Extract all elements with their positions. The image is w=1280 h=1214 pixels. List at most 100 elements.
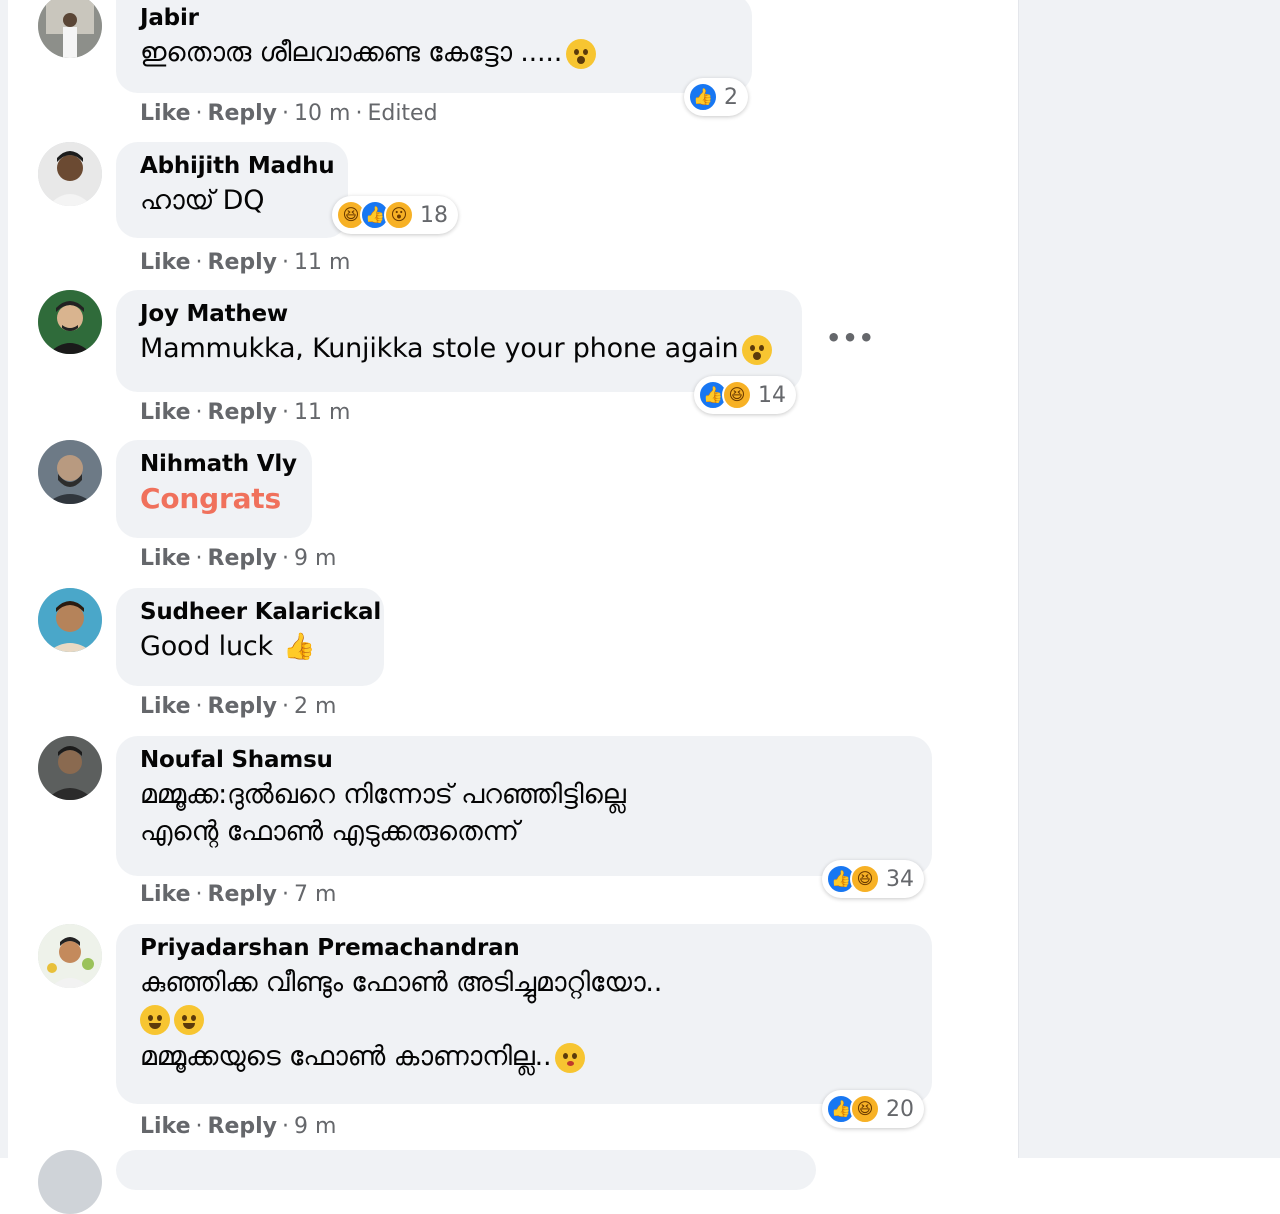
comment-author[interactable]: Sudheer Kalarickal — [140, 596, 381, 628]
reaction-count: 34 — [886, 866, 914, 892]
avatar[interactable] — [38, 588, 102, 652]
right-panel — [1018, 0, 1280, 1158]
comment-text-line: ഇതൊരു ശീലവാക്കണ്ട കേട്ടോ ..... — [140, 37, 563, 68]
comment-meta: Like · Reply · 9 m — [140, 544, 336, 574]
comment-bubble: Noufal Shamsu മമ്മൂക്ക:ദുൽഖറെ നിന്നോട് പ… — [116, 736, 932, 876]
separator: · — [195, 694, 203, 719]
comment-text-line: Mammukka, Kunjikka stole your phone agai… — [140, 333, 739, 364]
avatar-partial[interactable] — [38, 1150, 102, 1214]
like-button[interactable]: Like — [140, 882, 191, 907]
like-button[interactable]: Like — [140, 250, 191, 275]
separator: · — [282, 1114, 290, 1139]
comment-author[interactable]: Nihmath Vly — [140, 448, 297, 480]
comment-text-line: എന്റെ ഫോൺ എടുക്കരുതെന്ന് — [140, 816, 519, 847]
comment-text-line: Good luck — [140, 631, 273, 662]
comment-time[interactable]: 11 m — [294, 250, 350, 275]
separator: · — [282, 546, 290, 571]
comment-author[interactable]: Joy Mathew — [140, 298, 778, 330]
avatar[interactable] — [38, 736, 102, 800]
reaction-count: 2 — [724, 84, 738, 110]
reaction-count: 20 — [886, 1096, 914, 1122]
avatar[interactable] — [38, 290, 102, 354]
like-button[interactable]: Like — [140, 546, 191, 571]
reaction-summary[interactable]: 👍 😆 20 — [822, 1090, 924, 1128]
comment-time[interactable]: 10 m — [294, 101, 350, 126]
wow-icon: 😮 — [384, 200, 414, 230]
reply-button[interactable]: Reply — [208, 546, 278, 571]
comment-text: മമ്മൂക്കയുടെ ഫോൺ കാണാനില്ല.. — [140, 1038, 908, 1075]
comment-time[interactable]: 2 m — [294, 694, 336, 719]
avatar[interactable] — [38, 440, 102, 504]
reaction-summary[interactable]: 😆 👍 😮 18 — [332, 196, 458, 234]
rofl-emoji-icon — [174, 1004, 204, 1035]
kiss-emoji-icon — [555, 1042, 586, 1073]
haha-icon: 😆 — [850, 1094, 880, 1124]
avatar[interactable] — [38, 924, 102, 988]
reaction-summary[interactable]: 👍 😆 14 — [694, 376, 796, 414]
separator: · — [195, 546, 203, 571]
avatar[interactable] — [38, 142, 102, 206]
haha-icon: 😆 — [850, 864, 880, 894]
separator: · — [282, 101, 290, 126]
reply-button[interactable]: Reply — [208, 882, 278, 907]
reply-button[interactable]: Reply — [208, 101, 278, 126]
separator: · — [282, 250, 290, 275]
emoji-row — [140, 1001, 908, 1038]
comment-time[interactable]: 9 m — [294, 546, 336, 571]
comment-text: Mammukka, Kunjikka stole your phone agai… — [140, 330, 778, 367]
like-button[interactable]: Like — [140, 400, 191, 425]
comment-bubble: Sudheer Kalarickal Good luck 👍 — [116, 588, 384, 686]
comment-text: Good luck 👍 — [140, 628, 360, 666]
separator: · — [195, 1114, 203, 1139]
separator: · — [355, 101, 363, 126]
like-icon: 👍 — [688, 82, 718, 112]
reaction-summary[interactable]: 👍 😆 34 — [822, 860, 924, 898]
surprised-emoji-icon — [566, 38, 597, 69]
haha-icon: 😆 — [722, 380, 752, 410]
comment-meta: Like · Reply · 2 m — [140, 692, 336, 722]
like-button[interactable]: Like — [140, 694, 191, 719]
comment-time[interactable]: 9 m — [294, 1114, 336, 1139]
scream-emoji-icon — [742, 334, 773, 365]
comment-meta: Like · Reply · 7 m — [140, 880, 336, 910]
comment-bubble: Joy Mathew Mammukka, Kunjikka stole your… — [116, 290, 802, 392]
comment-meta: Like · Reply · 11 m — [140, 248, 350, 278]
comment-bubble: Priyadarshan Premachandran കുഞ്ഞിക്ക വീണ… — [116, 924, 932, 1104]
congrats-text: Congrats — [140, 482, 281, 515]
separator: · — [282, 400, 290, 425]
comment-text-line: മമ്മൂക്ക:ദുൽഖറെ നിന്നോട് പറഞ്ഞിട്ടില്ലെ — [140, 779, 626, 810]
comment-text-line: മമ്മൂക്കയുടെ ഫോൺ കാണാനില്ല.. — [140, 1041, 552, 1072]
separator: · — [282, 694, 290, 719]
reaction-count: 14 — [758, 382, 786, 408]
more-options-button[interactable]: ••• — [826, 324, 875, 352]
reaction-summary[interactable]: 👍 2 — [684, 78, 748, 116]
comment-text: ഹായ് DQ — [140, 185, 265, 216]
comment-time[interactable]: 7 m — [294, 882, 336, 907]
avatar[interactable] — [38, 0, 102, 58]
comment-author[interactable]: Noufal Shamsu — [140, 744, 908, 776]
reply-button[interactable]: Reply — [208, 250, 278, 275]
comments-feed: Jabir ഇതൊരു ശീലവാക്കണ്ട കേട്ടോ ..... 👍 2… — [8, 0, 1018, 1214]
comment-bubble: Nihmath Vly Congrats — [116, 440, 312, 538]
separator: · — [195, 101, 203, 126]
separator: · — [195, 400, 203, 425]
left-edge — [0, 0, 8, 1158]
comment-author[interactable]: Abhijith Madhu — [140, 150, 335, 182]
comment-author[interactable]: Priyadarshan Premachandran — [140, 932, 908, 964]
edited-label[interactable]: Edited — [367, 101, 437, 126]
laughing-emoji-icon — [140, 1004, 170, 1035]
comment-text-line: കുഞ്ഞിക്ക വീണ്ടും ഫോൺ അടിച്ചുമാറ്റിയോ.. — [140, 967, 663, 998]
comment-meta: Like · Reply · 9 m — [140, 1112, 336, 1142]
comment-author[interactable]: Jabir — [140, 2, 728, 34]
comment-time[interactable]: 11 m — [294, 400, 350, 425]
comment-text: ഇതൊരു ശീലവാക്കണ്ട കേട്ടോ ..... — [140, 34, 728, 71]
comment-meta: Like · Reply · 10 m · Edited — [140, 99, 438, 129]
comment-meta: Like · Reply · 11 m — [140, 398, 350, 428]
comment-bubble-partial — [116, 1150, 816, 1190]
comment-bubble: Jabir ഇതൊരു ശീലവാക്കണ്ട കേട്ടോ ..... — [116, 0, 752, 93]
reply-button[interactable]: Reply — [208, 400, 278, 425]
like-button[interactable]: Like — [140, 1114, 191, 1139]
reply-button[interactable]: Reply — [208, 694, 278, 719]
reply-button[interactable]: Reply — [208, 1114, 278, 1139]
like-button[interactable]: Like — [140, 101, 191, 126]
